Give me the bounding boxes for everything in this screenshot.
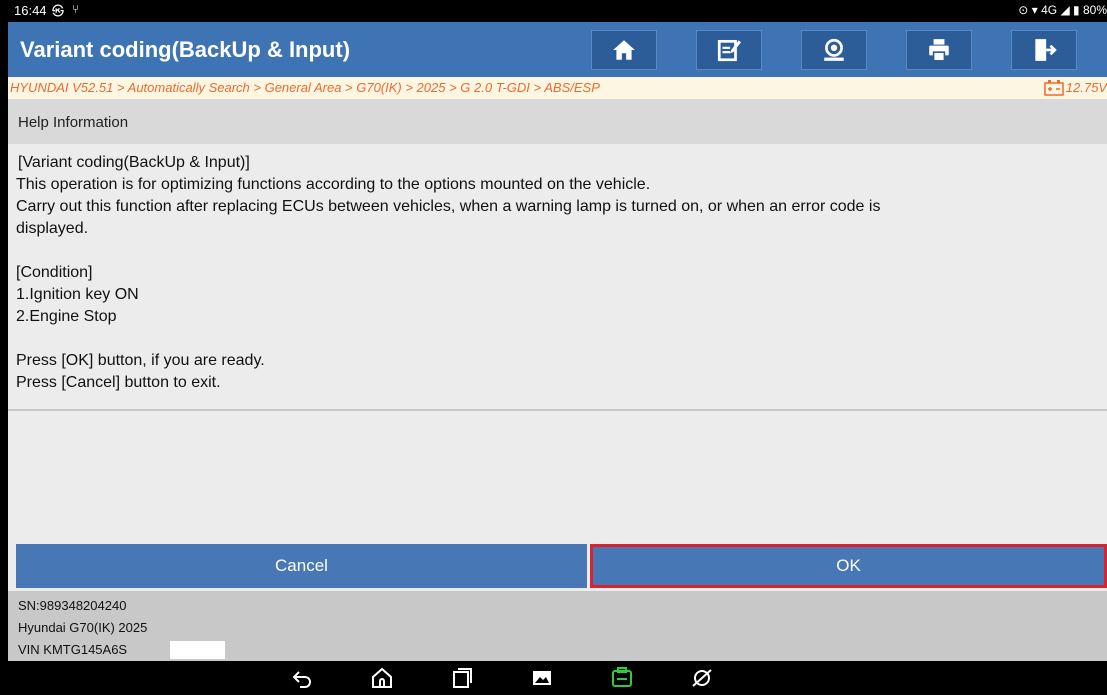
print-button[interactable]	[906, 30, 972, 70]
help-header: Help Information	[8, 99, 1107, 144]
help-line: Press [Cancel] button to exit.	[16, 374, 221, 391]
vin-redaction	[170, 641, 225, 659]
help-line: displayed.	[16, 220, 89, 237]
help-line: Press [OK] button, if you are ready.	[16, 352, 265, 369]
screenshot-icon[interactable]	[530, 666, 554, 690]
help-line: This operation is for optimizing functio…	[16, 176, 651, 193]
status-bar: 16:44 ㉿ ⑂ ⊙ ▾ 4G ◢ ▮ 80%	[8, 0, 1107, 22]
help-line: 1.Ignition key ON	[16, 286, 139, 303]
battery-voltage: 12.75V	[1044, 77, 1107, 99]
title-bar: Variant coding(BackUp & Input)	[8, 22, 1107, 77]
status-time: 16:44	[14, 3, 47, 18]
app-frame: 16:44 ㉿ ⑂ ⊙ ▾ 4G ◢ ▮ 80% Variant coding(…	[8, 0, 1107, 695]
support-button[interactable]	[801, 30, 867, 70]
support-icon	[824, 38, 844, 61]
help-line: Carry out this function after replacing …	[16, 198, 881, 215]
back-icon[interactable]	[290, 666, 314, 690]
help-header-label: Help Information	[18, 114, 129, 131]
home-icon	[613, 40, 635, 60]
help-line: 2.Engine Stop	[16, 308, 117, 325]
vin-number: VIN KMTG145A6S	[18, 642, 128, 657]
usb-debug-icon: ⑂	[72, 2, 80, 16]
vehicle-info: SN:989348204240 Hyundai G70(IK) 2025 VIN…	[8, 591, 1107, 661]
battery-icon: ▮	[1073, 3, 1080, 17]
edit-button[interactable]	[696, 30, 762, 70]
breadcrumb: HYUNDAI V52.51 > Automatically Search > …	[8, 77, 1107, 99]
wifi-icon: ▾	[1031, 3, 1038, 17]
status-right: ⊙ ▾ 4G ◢ ▮ 80%	[1018, 3, 1107, 17]
breadcrumb-path: HYUNDAI V52.51 > Automatically Search > …	[10, 80, 600, 95]
help-content: [Variant coding(BackUp & Input)] This op…	[8, 144, 1107, 411]
voltage-value: 12.75V	[1065, 80, 1107, 95]
help-line: [Condition]	[16, 264, 93, 281]
cancel-button[interactable]: Cancel	[16, 544, 587, 588]
car-battery-icon	[1044, 80, 1064, 96]
home-button[interactable]	[591, 30, 657, 70]
print-icon	[929, 39, 949, 62]
vehicle-model: Hyundai G70(IK) 2025	[18, 620, 148, 635]
home-nav-icon[interactable]	[370, 666, 394, 690]
exit-button[interactable]	[1011, 30, 1077, 70]
face-icon: ㉿	[52, 4, 65, 18]
recents-icon[interactable]	[450, 666, 474, 690]
page-title: Variant coding(BackUp & Input)	[20, 37, 351, 62]
battery-level: 80%	[1082, 3, 1107, 17]
edit-icon	[717, 39, 741, 62]
vci-icon[interactable]	[610, 666, 634, 690]
location-icon: ⊙	[1018, 3, 1029, 17]
network-type: 4G	[1041, 3, 1058, 17]
signal-icon: ◢	[1060, 3, 1070, 17]
empty-area	[8, 411, 1107, 541]
button-bar: Cancel OK	[8, 541, 1107, 591]
browser-icon[interactable]	[690, 666, 714, 690]
android-nav-bar	[8, 661, 1107, 695]
exit-icon	[1035, 39, 1057, 61]
help-line: [Variant coding(BackUp & Input)]	[18, 154, 250, 171]
ok-button[interactable]: OK	[590, 544, 1107, 588]
serial-number: SN:989348204240	[18, 598, 127, 613]
